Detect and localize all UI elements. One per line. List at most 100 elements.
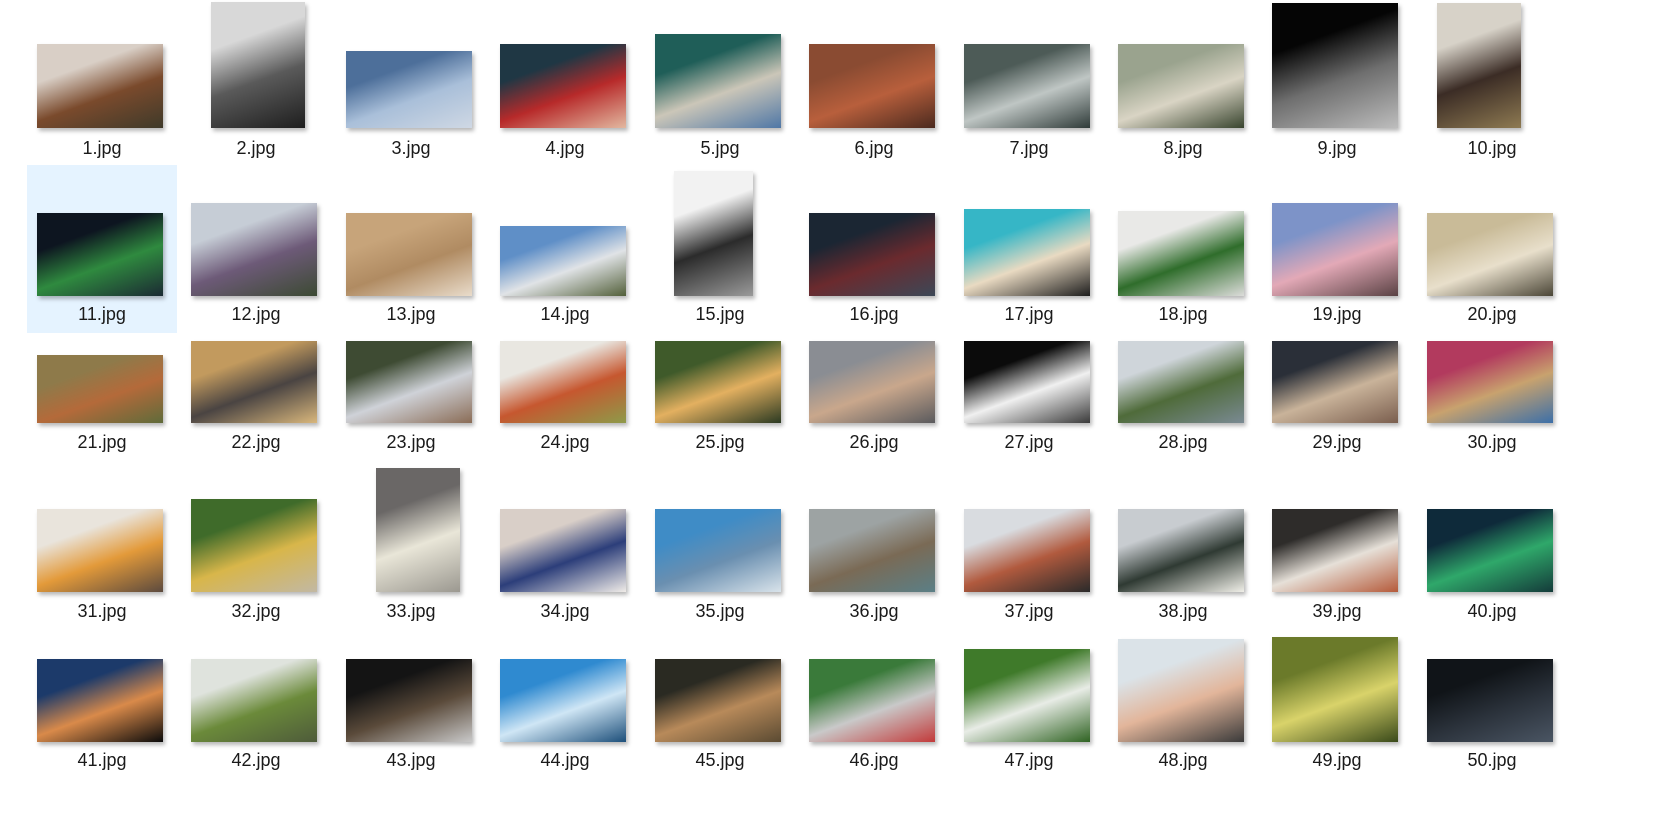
file-name: 7.jpg	[1009, 138, 1049, 158]
file-name: 28.jpg	[1158, 432, 1208, 452]
file-item[interactable]: 9.jpg	[1262, 0, 1412, 168]
file-item[interactable]: 17.jpg	[954, 165, 1104, 333]
file-item[interactable]: 7.jpg	[954, 0, 1104, 168]
file-name: 9.jpg	[1317, 138, 1357, 158]
file-name: 14.jpg	[540, 304, 590, 324]
file-name: 50.jpg	[1467, 750, 1517, 770]
file-item[interactable]: 36.jpg	[799, 497, 949, 665]
file-name: 37.jpg	[1004, 601, 1054, 621]
file-name: 46.jpg	[849, 750, 899, 770]
file-item[interactable]: 45.jpg	[645, 659, 795, 831]
file-thumbnail	[211, 2, 305, 128]
file-name: 43.jpg	[386, 750, 436, 770]
file-item[interactable]: 22.jpg	[181, 331, 331, 499]
file-name: 38.jpg	[1158, 601, 1208, 621]
file-name: 42.jpg	[231, 750, 281, 770]
file-item[interactable]: 26.jpg	[799, 331, 949, 499]
file-item[interactable]: 12.jpg	[181, 165, 331, 333]
file-name: 21.jpg	[77, 432, 127, 452]
file-thumbnail	[37, 659, 163, 742]
file-item[interactable]: 21.jpg	[27, 331, 177, 499]
file-thumbnail	[37, 213, 163, 296]
file-thumbnail	[809, 509, 935, 592]
file-item[interactable]: 27.jpg	[954, 331, 1104, 499]
file-thumbnail	[1118, 639, 1244, 742]
file-name: 15.jpg	[695, 304, 745, 324]
file-name: 22.jpg	[231, 432, 281, 452]
file-item[interactable]: 3.jpg	[336, 0, 486, 168]
file-item[interactable]: 41.jpg	[27, 659, 177, 831]
file-name: 2.jpg	[236, 138, 276, 158]
file-item[interactable]: 31.jpg	[27, 497, 177, 665]
file-name: 10.jpg	[1467, 138, 1517, 158]
file-item[interactable]: 16.jpg	[799, 165, 949, 333]
file-item[interactable]: 19.jpg	[1262, 165, 1412, 333]
file-thumbnail	[964, 209, 1090, 296]
file-thumbnail	[500, 659, 626, 742]
file-item[interactable]: 49.jpg	[1262, 637, 1412, 831]
file-thumbnail	[655, 509, 781, 592]
file-item[interactable]: 24.jpg	[490, 331, 640, 499]
file-thumbnail	[809, 341, 935, 423]
file-item[interactable]: 8.jpg	[1108, 0, 1258, 168]
file-item[interactable]: 43.jpg	[336, 659, 486, 831]
file-item[interactable]: 2.jpg	[181, 0, 331, 168]
file-item[interactable]: 44.jpg	[490, 659, 640, 831]
file-item[interactable]: 30.jpg	[1417, 331, 1567, 499]
file-name: 4.jpg	[545, 138, 585, 158]
file-item[interactable]: 28.jpg	[1108, 331, 1258, 499]
file-name: 25.jpg	[695, 432, 745, 452]
file-thumbnail	[500, 509, 626, 592]
file-item[interactable]: 5.jpg	[645, 0, 795, 168]
file-thumbnail	[964, 509, 1090, 592]
file-thumbnail	[964, 44, 1090, 128]
file-name: 3.jpg	[391, 138, 431, 158]
file-item[interactable]: 11.jpg	[27, 165, 177, 333]
file-thumbnail	[346, 659, 472, 742]
file-name: 35.jpg	[695, 601, 745, 621]
file-item[interactable]: 20.jpg	[1417, 165, 1567, 333]
file-thumbnail	[1272, 509, 1398, 592]
file-name: 47.jpg	[1004, 750, 1054, 770]
file-thumbnail	[674, 171, 753, 296]
file-item[interactable]: 47.jpg	[954, 649, 1104, 831]
file-item[interactable]: 10.jpg	[1417, 0, 1567, 168]
file-name: 29.jpg	[1312, 432, 1362, 452]
file-item[interactable]: 25.jpg	[645, 331, 795, 499]
file-item[interactable]: 13.jpg	[336, 165, 486, 333]
file-item[interactable]: 35.jpg	[645, 497, 795, 665]
file-thumbnail	[1118, 211, 1244, 296]
file-item[interactable]: 4.jpg	[490, 0, 640, 168]
file-name: 23.jpg	[386, 432, 436, 452]
file-thumbnail	[1272, 3, 1398, 128]
file-name: 48.jpg	[1158, 750, 1208, 770]
file-name: 31.jpg	[77, 601, 127, 621]
thumbnail-grid: 1.jpg 2.jpg 3.jpg 4.jpg 5.jpg 6.jpg 7.jpg 8.jpg…	[0, 0, 1656, 821]
file-name: 49.jpg	[1312, 750, 1362, 770]
file-item[interactable]: 42.jpg	[181, 659, 331, 831]
file-item[interactable]: 15.jpg	[645, 165, 795, 333]
file-thumbnail	[346, 213, 472, 296]
file-item[interactable]: 29.jpg	[1262, 331, 1412, 499]
file-item[interactable]: 46.jpg	[799, 659, 949, 831]
file-item[interactable]: 48.jpg	[1108, 639, 1258, 831]
file-item[interactable]: 34.jpg	[490, 497, 640, 665]
file-thumbnail	[964, 649, 1090, 742]
file-item[interactable]: 18.jpg	[1108, 165, 1258, 333]
file-item[interactable]: 14.jpg	[490, 165, 640, 333]
file-thumbnail	[655, 341, 781, 423]
file-thumbnail	[1118, 341, 1244, 423]
file-item[interactable]: 37.jpg	[954, 497, 1104, 665]
file-item[interactable]: 50.jpg	[1417, 659, 1567, 831]
file-name: 27.jpg	[1004, 432, 1054, 452]
file-item[interactable]: 6.jpg	[799, 0, 949, 168]
file-item[interactable]: 32.jpg	[181, 497, 331, 665]
file-name: 18.jpg	[1158, 304, 1208, 324]
file-item[interactable]: 1.jpg	[27, 0, 177, 168]
file-thumbnail	[1427, 341, 1553, 423]
file-item[interactable]: 33.jpg	[336, 468, 486, 665]
file-item[interactable]: 40.jpg	[1417, 497, 1567, 665]
file-thumbnail	[37, 355, 163, 423]
file-thumbnail	[346, 341, 472, 423]
file-name: 6.jpg	[854, 138, 894, 158]
